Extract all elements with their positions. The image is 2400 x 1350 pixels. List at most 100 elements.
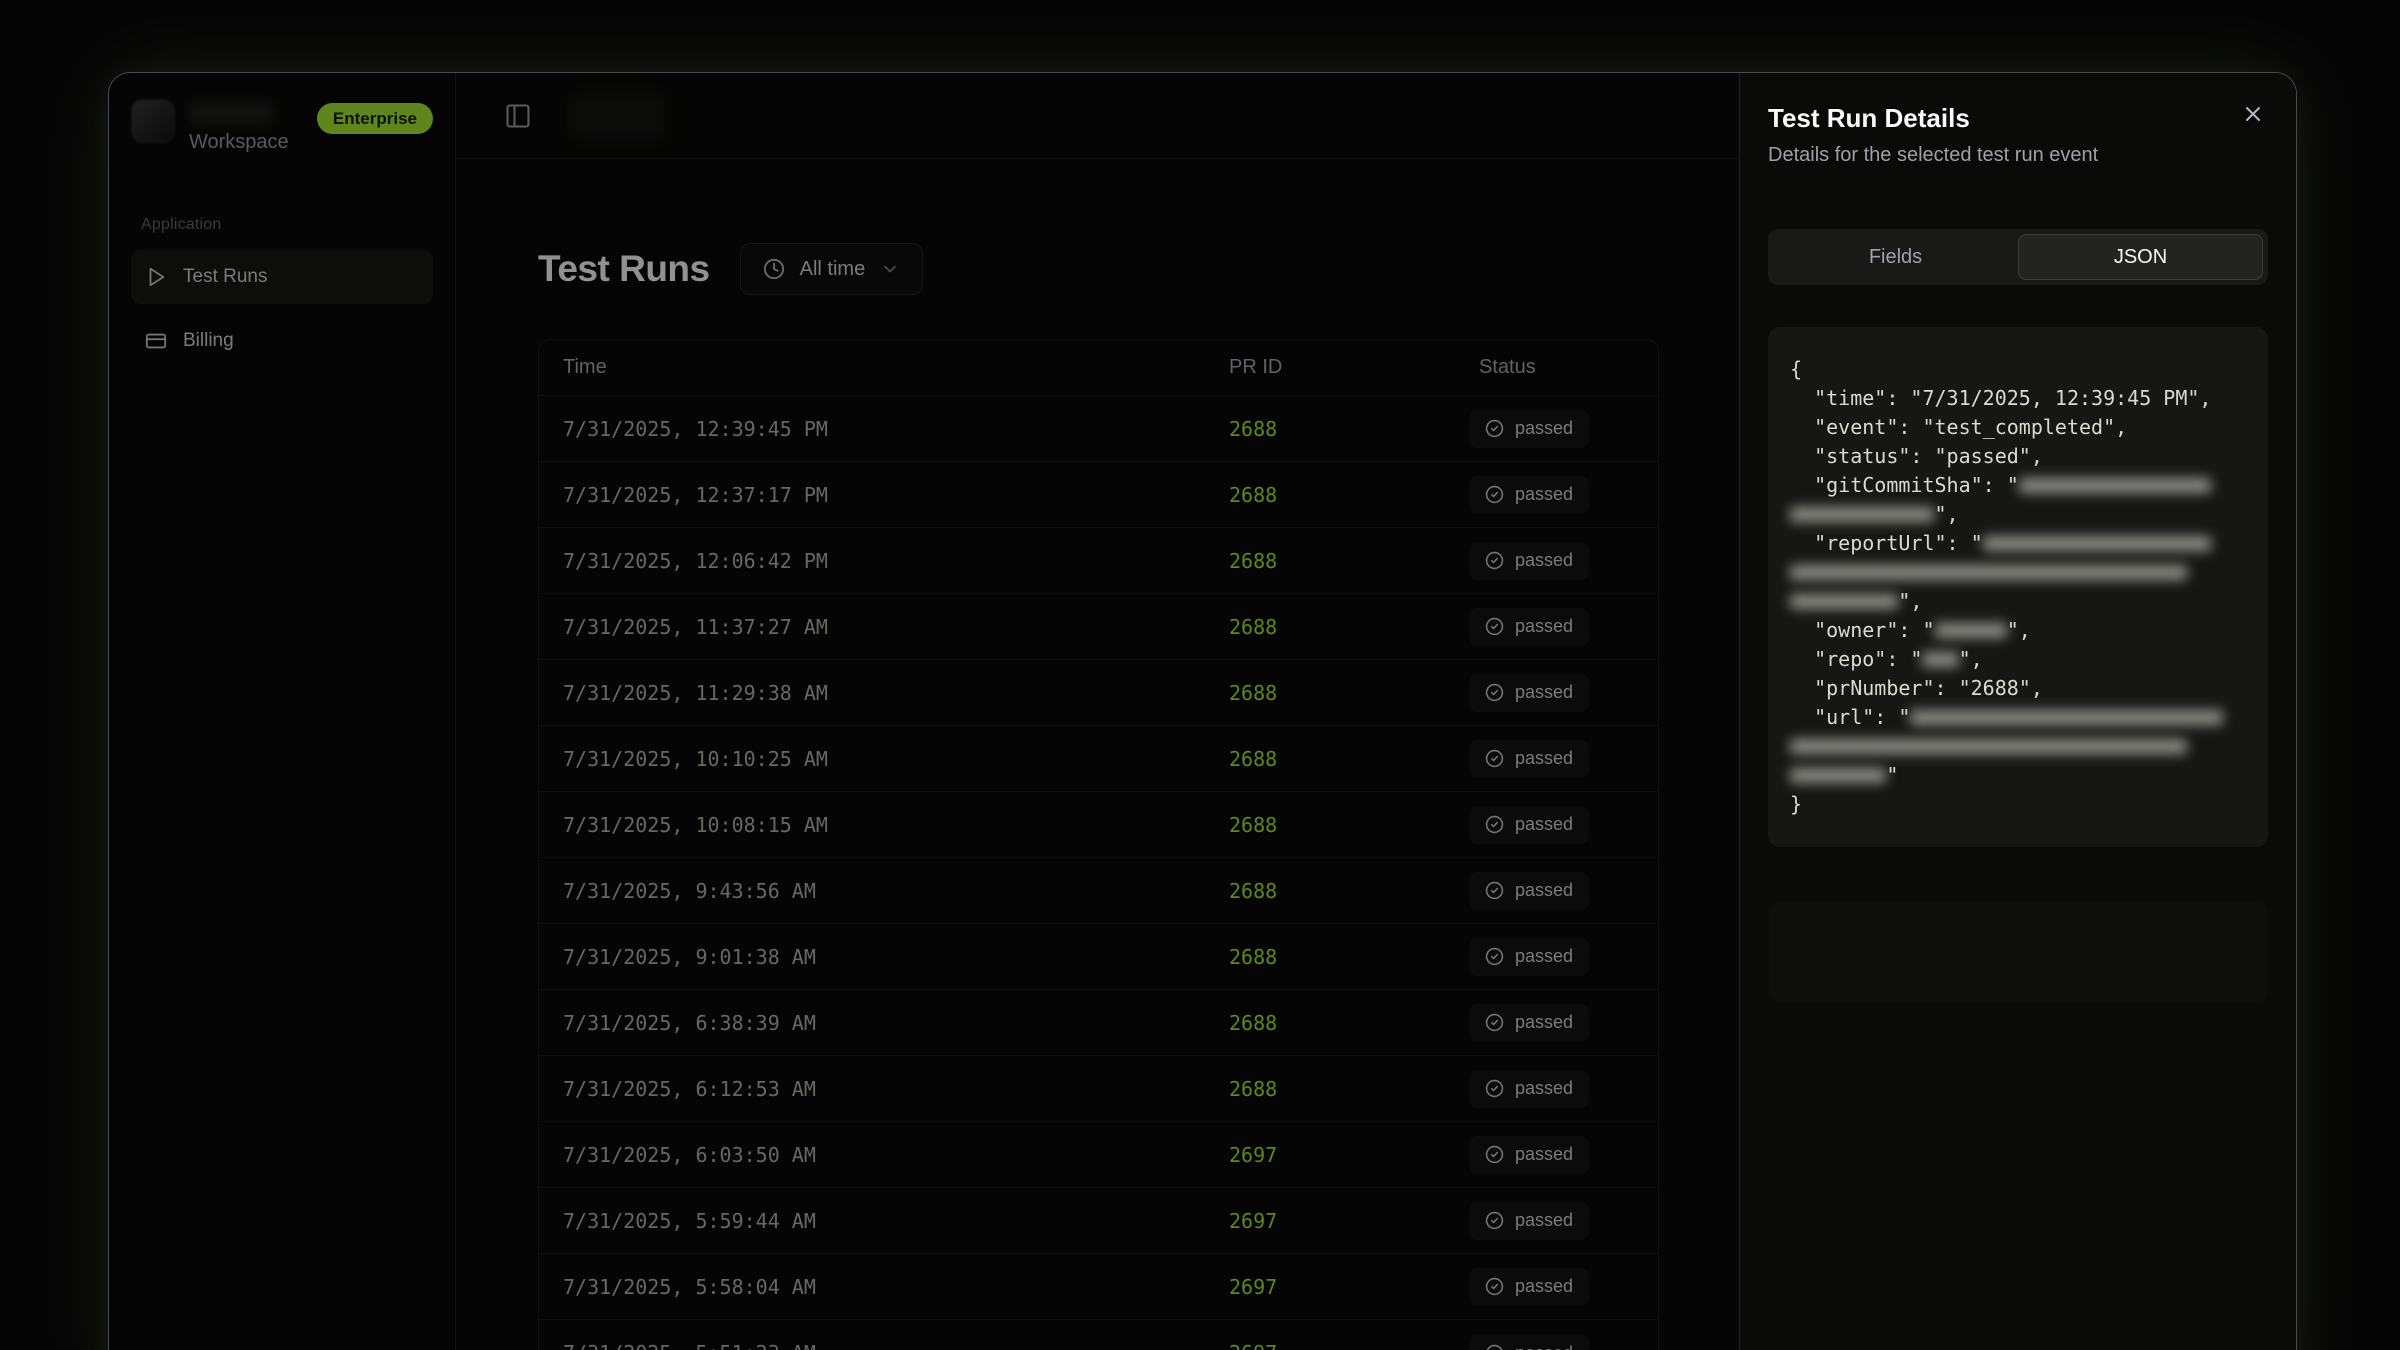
json-text: ", — [1959, 647, 1983, 671]
table-row[interactable]: 7/31/2025, 12:39:45 PM 2688 passed — [539, 396, 1658, 462]
table-row[interactable]: 7/31/2025, 9:43:56 AM 2688 passed — [539, 858, 1658, 924]
json-code-line: "owner": " ", — [1790, 616, 2246, 645]
pr-id-link[interactable]: 2688 — [1229, 747, 1277, 771]
play-icon — [145, 266, 167, 288]
pr-id-link[interactable]: 2688 — [1229, 549, 1277, 573]
page-title: Test Runs — [538, 248, 710, 290]
time-filter-dropdown[interactable]: All time — [740, 243, 924, 295]
pr-id-link[interactable]: 2688 — [1229, 813, 1277, 837]
main-area: Test Runs All time Time PR ID Status — [456, 73, 1741, 1350]
status-text: passed — [1515, 880, 1573, 901]
page-header: Test Runs All time — [538, 243, 1659, 295]
json-code-line: "gitCommitSha": " — [1790, 471, 2246, 500]
status-text: passed — [1515, 1276, 1573, 1297]
check-circle-icon — [1485, 1211, 1504, 1230]
json-code-line — [1790, 732, 2246, 761]
json-text: ", — [1934, 502, 1958, 526]
check-circle-icon — [1485, 551, 1504, 570]
close-drawer-button[interactable] — [2238, 99, 2268, 129]
sidebar-toggle-button[interactable] — [502, 100, 534, 132]
pr-id-link[interactable]: 2688 — [1229, 483, 1277, 507]
table-row[interactable]: 7/31/2025, 5:51:23 AM 2697 passed — [539, 1320, 1658, 1350]
table-row[interactable]: 7/31/2025, 6:03:50 AM 2697 passed — [539, 1122, 1658, 1188]
check-circle-icon — [1485, 617, 1504, 636]
pr-id-link[interactable]: 2688 — [1229, 945, 1277, 969]
redacted-text — [1790, 739, 2187, 754]
pr-id-link[interactable]: 2697 — [1229, 1275, 1277, 1299]
column-header-time: Time — [553, 356, 1219, 379]
pr-id-link[interactable]: 2688 — [1229, 879, 1277, 903]
json-code-line: { — [1790, 355, 2246, 384]
run-time: 7/31/2025, 6:38:39 AM — [553, 1011, 1219, 1035]
status-badge: passed — [1469, 806, 1589, 844]
json-code-line: "url": " — [1790, 703, 2246, 732]
screen: Workspace Enterprise Application Test Ru… — [0, 0, 2400, 1350]
details-tabs: Fields JSON — [1768, 229, 2268, 285]
table-row[interactable]: 7/31/2025, 11:37:27 AM 2688 passed — [539, 594, 1658, 660]
workspace-label: Workspace — [189, 131, 289, 154]
sidebar-nav: Test Runs Billing — [131, 250, 433, 368]
pr-id-link[interactable]: 2697 — [1229, 1209, 1277, 1233]
run-time: 7/31/2025, 12:06:42 PM — [553, 549, 1219, 573]
sidebar-item-test-runs[interactable]: Test Runs — [131, 250, 433, 304]
status-badge: passed — [1469, 542, 1589, 580]
json-text: "status": "passed", — [1790, 444, 2043, 468]
status-text: passed — [1515, 682, 1573, 703]
table-row[interactable]: 7/31/2025, 5:58:04 AM 2697 passed — [539, 1254, 1658, 1320]
redacted-text — [1922, 652, 1958, 667]
json-code-line: "prNumber": "2688", — [1790, 674, 2246, 703]
run-time: 7/31/2025, 11:37:27 AM — [553, 615, 1219, 639]
json-text: "prNumber": "2688", — [1790, 676, 2043, 700]
table-row[interactable]: 7/31/2025, 5:59:44 AM 2697 passed — [539, 1188, 1658, 1254]
pr-id-link[interactable]: 2688 — [1229, 615, 1277, 639]
json-text: ", — [2007, 618, 2031, 642]
workspace-switcher[interactable]: Workspace Enterprise — [131, 99, 433, 154]
table-row[interactable]: 7/31/2025, 6:12:53 AM 2688 passed — [539, 1056, 1658, 1122]
status-badge: passed — [1469, 476, 1589, 514]
time-filter-value: All time — [800, 258, 866, 281]
status-badge: passed — [1469, 674, 1589, 712]
run-time: 7/31/2025, 11:29:38 AM — [553, 681, 1219, 705]
pr-id-link[interactable]: 2688 — [1229, 681, 1277, 705]
table-row[interactable]: 7/31/2025, 10:10:25 AM 2688 passed — [539, 726, 1658, 792]
tab-fields[interactable]: Fields — [1773, 234, 2018, 280]
pr-id-link[interactable]: 2688 — [1229, 417, 1277, 441]
redacted-text — [2019, 478, 2212, 493]
sidebar-item-label: Billing — [183, 330, 234, 352]
table-row[interactable]: 7/31/2025, 10:08:15 AM 2688 passed — [539, 792, 1658, 858]
redacted-text — [1983, 536, 2212, 551]
sidebar-section-label: Application — [131, 216, 433, 234]
chevron-down-icon — [880, 259, 900, 279]
pr-id-link[interactable]: 2697 — [1229, 1143, 1277, 1167]
run-time: 7/31/2025, 10:08:15 AM — [553, 813, 1219, 837]
pr-id-link[interactable]: 2688 — [1229, 1077, 1277, 1101]
json-code-line: ", — [1790, 500, 2246, 529]
pr-id-link[interactable]: 2697 — [1229, 1341, 1277, 1350]
table-row[interactable]: 7/31/2025, 6:38:39 AM 2688 passed — [539, 990, 1658, 1056]
app-window: Workspace Enterprise Application Test Ru… — [108, 72, 2297, 1350]
table-row[interactable]: 7/31/2025, 12:37:17 PM 2688 passed — [539, 462, 1658, 528]
json-text: { — [1790, 357, 1802, 381]
workspace-avatar — [131, 99, 175, 143]
clock-icon — [763, 258, 785, 280]
column-header-pr-id: PR ID — [1219, 356, 1469, 379]
table-row[interactable]: 7/31/2025, 12:06:42 PM 2688 passed — [539, 528, 1658, 594]
check-circle-icon — [1485, 947, 1504, 966]
check-circle-icon — [1485, 815, 1504, 834]
check-circle-icon — [1485, 1013, 1504, 1032]
status-text: passed — [1515, 616, 1573, 637]
status-badge: passed — [1469, 872, 1589, 910]
status-text: passed — [1515, 1012, 1573, 1033]
sidebar-item-label: Test Runs — [183, 266, 267, 288]
plan-badge: Enterprise — [317, 103, 433, 134]
table-row[interactable]: 7/31/2025, 11:29:38 AM 2688 passed — [539, 660, 1658, 726]
status-badge: passed — [1469, 1268, 1589, 1306]
run-time: 7/31/2025, 9:01:38 AM — [553, 945, 1219, 969]
sidebar-item-billing[interactable]: Billing — [131, 314, 433, 368]
table-row[interactable]: 7/31/2025, 9:01:38 AM 2688 passed — [539, 924, 1658, 990]
pr-id-link[interactable]: 2688 — [1229, 1011, 1277, 1035]
tab-json[interactable]: JSON — [2018, 234, 2263, 280]
check-circle-icon — [1485, 749, 1504, 768]
json-text: "owner": " — [1790, 618, 1935, 642]
topbar — [456, 73, 1741, 159]
